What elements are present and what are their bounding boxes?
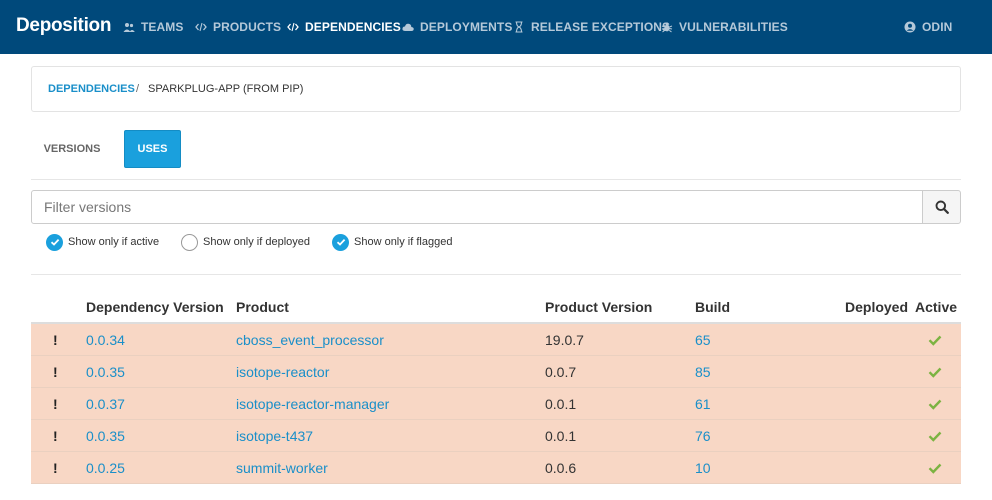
flagged-icon: ! (53, 364, 58, 380)
nav-products-label: PRODUCTS (213, 20, 282, 34)
breadcrumb-separator: / (136, 83, 140, 95)
product-link[interactable]: cboss_event_processor (236, 332, 384, 348)
breadcrumb-dependencies-link[interactable]: DEPENDENCIES (48, 83, 135, 95)
bug-icon (661, 21, 673, 33)
checkbox-unchecked-icon (181, 233, 198, 251)
build-link[interactable]: 65 (695, 332, 711, 348)
column-header-product-version[interactable]: Product Version (545, 299, 652, 315)
filter-flagged-label: Show only if flagged (354, 236, 453, 248)
product-version: 0.0.6 (545, 460, 577, 476)
column-header-product[interactable]: Product (236, 299, 289, 315)
filter-deployed-checkbox[interactable]: Show only if deployed (181, 233, 310, 251)
dependency-version-link[interactable]: 0.0.37 (86, 396, 125, 412)
column-header-build[interactable]: Build (695, 299, 730, 315)
search-icon (935, 200, 949, 214)
build-link[interactable]: 76 (695, 428, 711, 444)
product-version: 0.0.7 (545, 364, 577, 380)
column-header-dependency-version[interactable]: Dependency Version (86, 299, 224, 315)
user-menu[interactable]: ODIN (904, 19, 952, 35)
build-link[interactable]: 61 (695, 396, 711, 412)
users-icon (123, 21, 135, 33)
search-button[interactable] (922, 190, 961, 224)
product-version: 0.0.1 (545, 428, 577, 444)
check-icon (928, 335, 942, 346)
user-name: ODIN (922, 20, 953, 34)
filter-deployed-label: Show only if deployed (203, 236, 311, 248)
cloud-icon (402, 21, 414, 33)
product-link[interactable]: summit-worker (236, 460, 328, 476)
section-divider (31, 274, 961, 275)
check-icon (928, 463, 942, 474)
product-version: 0.0.1 (545, 396, 577, 412)
tab-versions[interactable]: VERSIONS (31, 130, 113, 168)
check-icon (928, 399, 942, 410)
user-circle-icon (904, 21, 916, 33)
brand-logo[interactable]: Deposition (16, 15, 111, 37)
checkbox-checked-icon (46, 233, 63, 251)
column-header-active[interactable]: Active (915, 299, 957, 315)
tab-uses[interactable]: USES (124, 130, 181, 168)
code-icon (195, 21, 207, 33)
nav-vulnerabilities-label: VULNERABILITIES (679, 20, 788, 34)
hourglass-icon (513, 21, 525, 33)
check-icon (928, 367, 942, 378)
product-link[interactable]: isotope-t437 (236, 428, 313, 444)
breadcrumb: DEPENDENCIES / SPARKPLUG-APP (FROM PIP) (31, 66, 961, 112)
dependency-version-link[interactable]: 0.0.34 (86, 332, 125, 348)
nav-teams[interactable]: TEAMS (123, 19, 184, 35)
nav-products[interactable]: PRODUCTS (195, 19, 281, 35)
table-row: ! 0.0.35 isotope-reactor 0.0.7 85 (31, 356, 961, 388)
breadcrumb-current: SPARKPLUG-APP (FROM PIP) (148, 83, 304, 95)
nav-dependencies-label: DEPENDENCIES (305, 20, 401, 34)
build-link[interactable]: 85 (695, 364, 711, 380)
column-header-deployed[interactable]: Deployed (845, 299, 908, 315)
flagged-icon: ! (53, 332, 58, 348)
nav-deployments-label: DEPLOYMENTS (420, 20, 513, 34)
dependency-version-link[interactable]: 0.0.35 (86, 364, 125, 380)
filter-versions-input[interactable] (31, 190, 923, 224)
dependency-version-link[interactable]: 0.0.35 (86, 428, 125, 444)
table-row: ! 0.0.37 isotope-reactor-manager 0.0.1 6… (31, 388, 961, 420)
flagged-icon: ! (53, 396, 58, 412)
nav-dependencies[interactable]: DEPENDENCIES (287, 19, 401, 35)
product-link[interactable]: isotope-reactor (236, 364, 329, 380)
table-row: ! 0.0.25 summit-worker 0.0.6 10 (31, 452, 961, 484)
nav-vulnerabilities[interactable]: VULNERABILITIES (661, 19, 788, 35)
nav-deployments[interactable]: DEPLOYMENTS (402, 19, 512, 35)
nav-teams-label: TEAMS (141, 20, 184, 34)
filter-active-checkbox[interactable]: Show only if active (46, 233, 159, 251)
dependency-version-link[interactable]: 0.0.25 (86, 460, 125, 476)
filter-active-label: Show only if active (68, 236, 160, 248)
flagged-icon: ! (53, 460, 58, 476)
top-navbar: Deposition TEAMS PRODUCTS DEPENDENCIES D… (0, 0, 992, 54)
nav-release-exceptions-label: RELEASE EXCEPTIONS (531, 20, 671, 34)
filter-flagged-checkbox[interactable]: Show only if flagged (332, 233, 452, 251)
flagged-icon: ! (53, 428, 58, 444)
build-link[interactable]: 10 (695, 460, 711, 476)
product-version: 19.0.7 (545, 332, 584, 348)
check-icon (928, 431, 942, 442)
product-link[interactable]: isotope-reactor-manager (236, 396, 389, 412)
tabs-divider (31, 179, 961, 180)
table-row: ! 0.0.35 isotope-t437 0.0.1 76 (31, 420, 961, 452)
checkbox-checked-icon (332, 233, 349, 251)
code-icon (287, 21, 299, 33)
table-row: ! 0.0.34 cboss_event_processor 19.0.7 65 (31, 324, 961, 356)
nav-release-exceptions[interactable]: RELEASE EXCEPTIONS (513, 19, 670, 35)
